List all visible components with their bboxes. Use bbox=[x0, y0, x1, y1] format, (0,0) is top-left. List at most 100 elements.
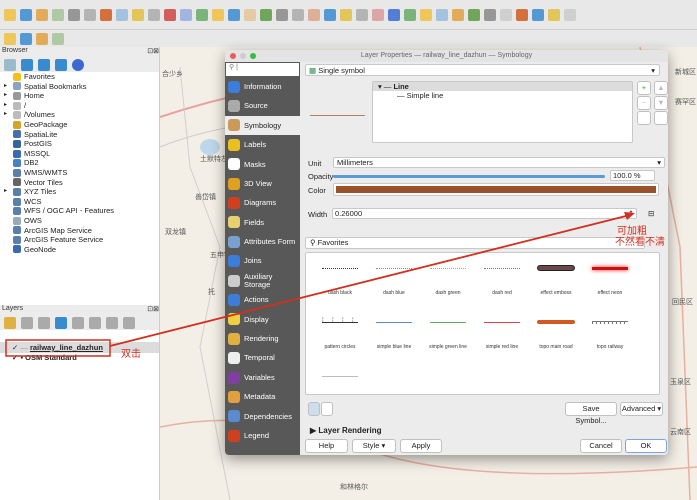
toolbar-icon[interactable] bbox=[20, 32, 32, 45]
toolbar-icon[interactable] bbox=[52, 32, 64, 45]
symbol-item[interactable]: simple green line bbox=[422, 317, 474, 350]
nav-item-masks[interactable]: Masks bbox=[225, 155, 300, 174]
width-input[interactable]: 0.26000 ⇕ bbox=[332, 208, 637, 219]
collapse-icon[interactable] bbox=[106, 317, 118, 329]
refresh-icon[interactable] bbox=[21, 59, 33, 71]
toolbar-icon[interactable] bbox=[404, 8, 416, 21]
nav-item-attributes-form[interactable]: Attributes Form bbox=[225, 232, 300, 251]
toolbar-icon[interactable] bbox=[436, 8, 448, 21]
nav-item-dependencies[interactable]: Dependencies bbox=[225, 407, 300, 426]
toolbar-icon[interactable] bbox=[356, 8, 368, 21]
toolbar-icon[interactable] bbox=[20, 8, 32, 21]
browser-item[interactable]: WCS bbox=[0, 197, 159, 207]
sidebar-search-input[interactable]: ⚲ | bbox=[226, 63, 299, 76]
minimize-window-button[interactable] bbox=[240, 53, 246, 59]
toolbar-icon[interactable] bbox=[484, 8, 496, 21]
browser-item[interactable]: ArcGIS Feature Service bbox=[0, 235, 159, 245]
nav-item-legend[interactable]: Legend bbox=[225, 426, 300, 445]
close-window-button[interactable] bbox=[230, 53, 236, 59]
toolbar-icon[interactable] bbox=[260, 8, 272, 21]
browser-item[interactable]: ▸ /Volumes bbox=[0, 110, 159, 120]
nav-item-fields[interactable]: Fields bbox=[225, 213, 300, 232]
toolbar-icon[interactable] bbox=[196, 8, 208, 21]
browser-item[interactable]: SpatiaLite bbox=[0, 130, 159, 140]
toolbar-icon[interactable] bbox=[36, 8, 48, 21]
advanced-button[interactable]: Advanced ▾ bbox=[620, 402, 663, 416]
browser-item[interactable]: PostGIS bbox=[0, 139, 159, 149]
browser-item[interactable]: Favorites bbox=[0, 72, 159, 82]
move-down-button[interactable]: ▼ bbox=[654, 96, 668, 110]
symbol-item[interactable]: simple blue line bbox=[368, 317, 420, 350]
symbol-item[interactable]: dash blue bbox=[368, 263, 420, 296]
expand-icon[interactable]: ▸ bbox=[4, 187, 10, 197]
add-group-icon[interactable] bbox=[21, 317, 33, 329]
expand-icon[interactable]: ▸ bbox=[4, 82, 10, 92]
layer-name[interactable]: OSM Standard bbox=[25, 353, 77, 362]
close-icon[interactable]: ⊡⊠ bbox=[147, 305, 159, 316]
nav-item-display[interactable]: Display bbox=[225, 310, 300, 329]
ok-button[interactable]: OK bbox=[625, 439, 667, 453]
nav-item-joins[interactable]: Joins bbox=[225, 252, 300, 271]
toolbar-icon[interactable] bbox=[52, 8, 64, 21]
filter-icon[interactable] bbox=[38, 59, 50, 71]
symbol-item[interactable]: dash red bbox=[476, 263, 528, 296]
toolbar-icon[interactable] bbox=[4, 32, 16, 45]
style-icon[interactable] bbox=[4, 317, 16, 329]
nav-item-source[interactable]: Source bbox=[225, 96, 300, 115]
toolbar-icon[interactable] bbox=[308, 8, 320, 21]
nav-item-auxiliary-storage[interactable]: Auxiliary Storage bbox=[225, 271, 300, 290]
nav-item-rendering[interactable]: Rendering bbox=[225, 329, 300, 348]
nav-item-information[interactable]: Information bbox=[225, 77, 300, 96]
toolbar-icon[interactable] bbox=[372, 8, 384, 21]
symbol-item[interactable]: topo main road bbox=[530, 317, 582, 350]
browser-item[interactable]: ▸ / bbox=[0, 101, 159, 111]
symbol-item[interactable]: simple red line bbox=[476, 317, 528, 350]
symbol-item[interactable]: ⁞ ⁞ ⁞ ⁞ pattern circles bbox=[314, 317, 366, 350]
browser-item[interactable]: ▸ XYZ Tiles bbox=[0, 187, 159, 197]
opacity-input[interactable]: 100.0 % bbox=[610, 170, 655, 181]
expand-icon[interactable]: ▸ bbox=[4, 91, 10, 101]
close-icon[interactable]: ⊡⊠ bbox=[147, 47, 159, 58]
toolbar-icon[interactable] bbox=[228, 8, 240, 21]
symbol-search-input[interactable]: ⚲ Favorites bbox=[305, 237, 645, 249]
unit-select[interactable]: Millimeters ▾ bbox=[333, 157, 665, 168]
add-symbol-layer-button[interactable]: + bbox=[637, 81, 651, 95]
nav-item-3d-view[interactable]: 3D View bbox=[225, 174, 300, 193]
toolbar-icon[interactable] bbox=[324, 8, 336, 21]
icon-view-button[interactable] bbox=[308, 402, 320, 416]
info-icon[interactable] bbox=[72, 59, 84, 71]
data-defined-override-icon[interactable]: ⊟ bbox=[648, 209, 654, 218]
browser-item[interactable]: ▸ Home bbox=[0, 91, 159, 101]
expression-icon[interactable] bbox=[72, 317, 84, 329]
symbol-item[interactable] bbox=[314, 371, 366, 398]
browser-item[interactable]: WFS / OGC API - Features bbox=[0, 206, 159, 216]
remove-symbol-layer-button[interactable]: − bbox=[637, 96, 651, 110]
lock-button[interactable] bbox=[654, 111, 668, 125]
symbol-item[interactable]: effect neon bbox=[584, 263, 636, 296]
list-view-button[interactable] bbox=[321, 402, 333, 416]
toolbar-icon[interactable] bbox=[468, 8, 480, 21]
symbol-tree-root[interactable]: ▾ — Line bbox=[373, 82, 632, 91]
browser-item[interactable]: DB2 bbox=[0, 158, 159, 168]
expand-icon[interactable]: ▸ bbox=[4, 101, 10, 111]
toolbar-icon[interactable] bbox=[516, 8, 528, 21]
symbol-item[interactable]: effect emboss bbox=[530, 263, 582, 296]
symbol-layer-tree[interactable]: ▾ — Line — Simple line bbox=[372, 81, 633, 143]
opacity-slider[interactable] bbox=[333, 175, 605, 178]
expand-icon[interactable]: ▸ bbox=[4, 110, 10, 120]
toolbar-icon[interactable] bbox=[180, 8, 192, 21]
visibility-icon[interactable] bbox=[38, 317, 50, 329]
toolbar-icon[interactable] bbox=[84, 8, 96, 21]
symbol-item[interactable]: topo railway bbox=[584, 317, 636, 350]
toolbar-icon[interactable] bbox=[212, 8, 224, 21]
toolbar-icon[interactable] bbox=[292, 8, 304, 21]
zoom-window-button[interactable] bbox=[250, 53, 256, 59]
browser-item[interactable]: Vector Tiles bbox=[0, 178, 159, 188]
toolbar-icon[interactable] bbox=[548, 8, 560, 21]
browser-item[interactable]: MSSQL bbox=[0, 149, 159, 159]
nav-item-variables[interactable]: Variables bbox=[225, 368, 300, 387]
nav-item-actions[interactable]: Actions bbox=[225, 290, 300, 309]
symbol-tree-child[interactable]: — Simple line bbox=[373, 91, 632, 100]
expand-icon[interactable] bbox=[89, 317, 101, 329]
save-symbol-button[interactable]: Save Symbol... bbox=[565, 402, 617, 425]
